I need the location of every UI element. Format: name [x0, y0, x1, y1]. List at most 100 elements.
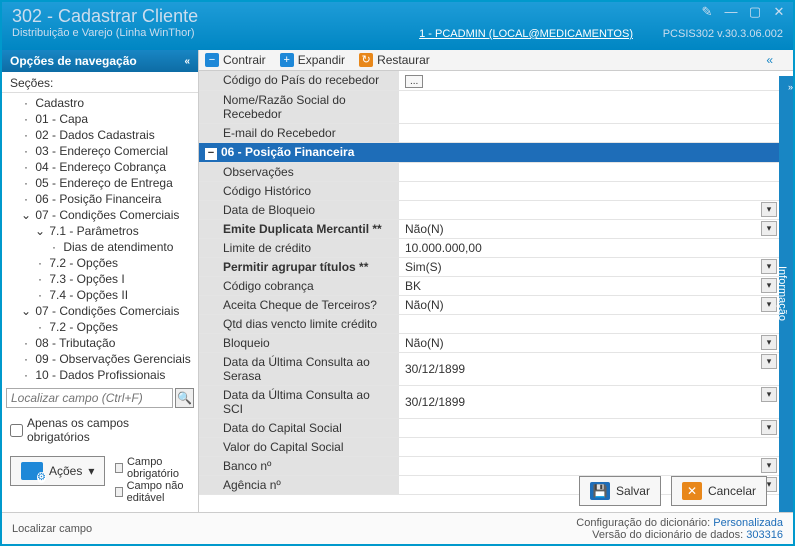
- nav-panel: Opções de navegação « Seções: · Cadastro…: [2, 50, 199, 512]
- bullet-icon: ·: [20, 368, 32, 382]
- bullet-icon: ·: [20, 160, 32, 174]
- field-value[interactable]: ...: [399, 71, 779, 90]
- field-row: Código Histórico: [199, 181, 779, 200]
- contract-button[interactable]: −Contrair: [205, 53, 266, 67]
- field-value[interactable]: 30/12/1899▾: [399, 385, 779, 418]
- dropdown-icon[interactable]: ▾: [761, 420, 777, 435]
- field-value[interactable]: ▾: [399, 456, 779, 475]
- field-value[interactable]: [399, 314, 779, 333]
- more-button[interactable]: ...: [405, 75, 423, 88]
- close-icon[interactable]: ✕: [771, 6, 787, 20]
- tree-item[interactable]: ⌄ 07 - Condições Comerciais: [6, 207, 194, 223]
- tree-item[interactable]: ⌄ 7.1 - Parâmetros: [6, 223, 194, 239]
- legend: Campo obrigatório Campo não editável: [115, 456, 190, 504]
- field-value[interactable]: Não(N)▾: [399, 219, 779, 238]
- tree-item[interactable]: · 7.3 - Opções I: [6, 271, 194, 287]
- collapse-left-icon[interactable]: «: [184, 56, 190, 67]
- dropdown-icon[interactable]: ▾: [761, 335, 777, 350]
- field-value[interactable]: [399, 437, 779, 456]
- field-label: Data da Última Consulta ao Serasa: [199, 352, 399, 385]
- expand-button[interactable]: +Expandir: [280, 53, 345, 67]
- field-value[interactable]: ▾: [399, 418, 779, 437]
- tree-item[interactable]: · 08 - Tributação: [6, 335, 194, 351]
- field-label: Data do Capital Social: [199, 418, 399, 437]
- bullet-icon: ·: [20, 336, 32, 350]
- actions-button[interactable]: ⚙ Ações ▾: [10, 456, 105, 486]
- dropdown-icon[interactable]: ▾: [761, 259, 777, 274]
- search-button[interactable]: 🔍: [175, 388, 194, 408]
- connection-status[interactable]: 1 - PCADMIN (LOCAL@MEDICAMENTOS): [419, 28, 633, 40]
- field-value[interactable]: BK▾: [399, 276, 779, 295]
- info-tab[interactable]: » Informação: [779, 76, 793, 512]
- save-button[interactable]: 💾 Salvar: [579, 476, 661, 506]
- statusbar: Localizar campo Configuração do dicionár…: [2, 512, 793, 544]
- tree-item[interactable]: · 03 - Endereço Comercial: [6, 143, 194, 159]
- field-value[interactable]: 30/12/1899▾: [399, 352, 779, 385]
- field-row: Valor do Capital Social: [199, 437, 779, 456]
- tree-item-label: 09 - Observações Gerenciais: [32, 352, 191, 366]
- bullet-icon: ·: [48, 240, 60, 254]
- tree-item-label: 03 - Endereço Comercial: [32, 144, 168, 158]
- tree-item[interactable]: · 02 - Dados Cadastrais: [6, 127, 194, 143]
- search-input[interactable]: [6, 388, 173, 408]
- field-value[interactable]: Não(N)▾: [399, 295, 779, 314]
- tree-item[interactable]: · 10 - Dados Profissionais: [6, 367, 194, 383]
- field-row: Data da Última Consulta ao SCI30/12/1899…: [199, 385, 779, 418]
- tree-item[interactable]: · 7.2 - Opções: [6, 319, 194, 335]
- field-label: Bloqueio: [199, 333, 399, 352]
- legend-required-label: Campo obrigatório: [127, 456, 190, 480]
- tree-item[interactable]: ⌄ 07 - Condições Comerciais: [6, 303, 194, 319]
- tree-item[interactable]: · 06 - Posição Financeira: [6, 191, 194, 207]
- tree-item[interactable]: · 11 - Dados Cônjuge: [6, 383, 194, 384]
- field-label: E-mail do Recebedor: [199, 123, 399, 142]
- edit-icon[interactable]: ✎: [699, 6, 715, 20]
- only-required-label: Apenas os campos obrigatórios: [27, 416, 190, 444]
- tree-item[interactable]: · 01 - Capa: [6, 111, 194, 127]
- dropdown-icon[interactable]: ▾: [761, 297, 777, 312]
- chevron-down-icon[interactable]: ⌄: [34, 224, 46, 238]
- tree-item[interactable]: · 7.4 - Opções II: [6, 287, 194, 303]
- actions-icon: ⚙: [21, 462, 43, 480]
- form-panel: −Contrair +Expandir ↻Restaurar « Código …: [199, 50, 793, 512]
- section-header[interactable]: −06 - Posição Financeira: [199, 142, 779, 162]
- field-label: Aceita Cheque de Terceiros?: [199, 295, 399, 314]
- field-row: Data do Capital Social ▾: [199, 418, 779, 437]
- field-value[interactable]: [399, 162, 779, 181]
- tree-item[interactable]: · 7.2 - Opções: [6, 255, 194, 271]
- restore-button[interactable]: ↻Restaurar: [359, 53, 430, 67]
- tree-item[interactable]: · Cadastro: [6, 95, 194, 111]
- field-value[interactable]: Não(N)▾: [399, 333, 779, 352]
- chevron-down-icon[interactable]: ⌄: [20, 304, 32, 318]
- tree-item[interactable]: · 09 - Observações Gerenciais: [6, 351, 194, 367]
- tree-item[interactable]: · Dias de atendimento: [6, 239, 194, 255]
- field-value[interactable]: Sim(S)▾: [399, 257, 779, 276]
- minus-icon: −: [205, 53, 219, 67]
- field-label: Data da Última Consulta ao SCI: [199, 385, 399, 418]
- cancel-button[interactable]: ✕ Cancelar: [671, 476, 767, 506]
- only-required-checkbox[interactable]: [10, 424, 23, 437]
- dropdown-icon[interactable]: ▾: [761, 458, 777, 473]
- field-value[interactable]: [399, 90, 779, 123]
- field-value[interactable]: [399, 123, 779, 142]
- maximize-icon[interactable]: ▢: [747, 6, 763, 20]
- dropdown-icon[interactable]: ▾: [761, 278, 777, 293]
- dropdown-icon[interactable]: ▾: [761, 221, 777, 236]
- field-label: Qtd dias vencto limite crédito: [199, 314, 399, 333]
- collapse-section-icon[interactable]: −: [205, 148, 217, 160]
- field-value[interactable]: 10.000.000,00: [399, 238, 779, 257]
- chevron-down-icon[interactable]: ⌄: [20, 208, 32, 222]
- field-value[interactable]: ▾: [399, 200, 779, 219]
- dropdown-icon[interactable]: ▾: [761, 354, 777, 369]
- tree-item[interactable]: · 05 - Endereço de Entrega: [6, 175, 194, 191]
- toolbar: −Contrair +Expandir ↻Restaurar «: [199, 50, 793, 71]
- info-tab-label: Informação: [776, 266, 788, 321]
- minimize-icon[interactable]: —: [723, 6, 739, 20]
- field-label: Emite Duplicata Mercantil **: [199, 219, 399, 238]
- field-value[interactable]: [399, 181, 779, 200]
- dropdown-icon[interactable]: ▾: [761, 202, 777, 217]
- dropdown-icon[interactable]: ▾: [761, 387, 777, 402]
- tree-item[interactable]: · 04 - Endereço Cobrança: [6, 159, 194, 175]
- window-title: 302 - Cadastrar Cliente: [12, 6, 783, 27]
- collapse-right-icon[interactable]: «: [766, 53, 773, 67]
- field-row: Código cobrançaBK▾: [199, 276, 779, 295]
